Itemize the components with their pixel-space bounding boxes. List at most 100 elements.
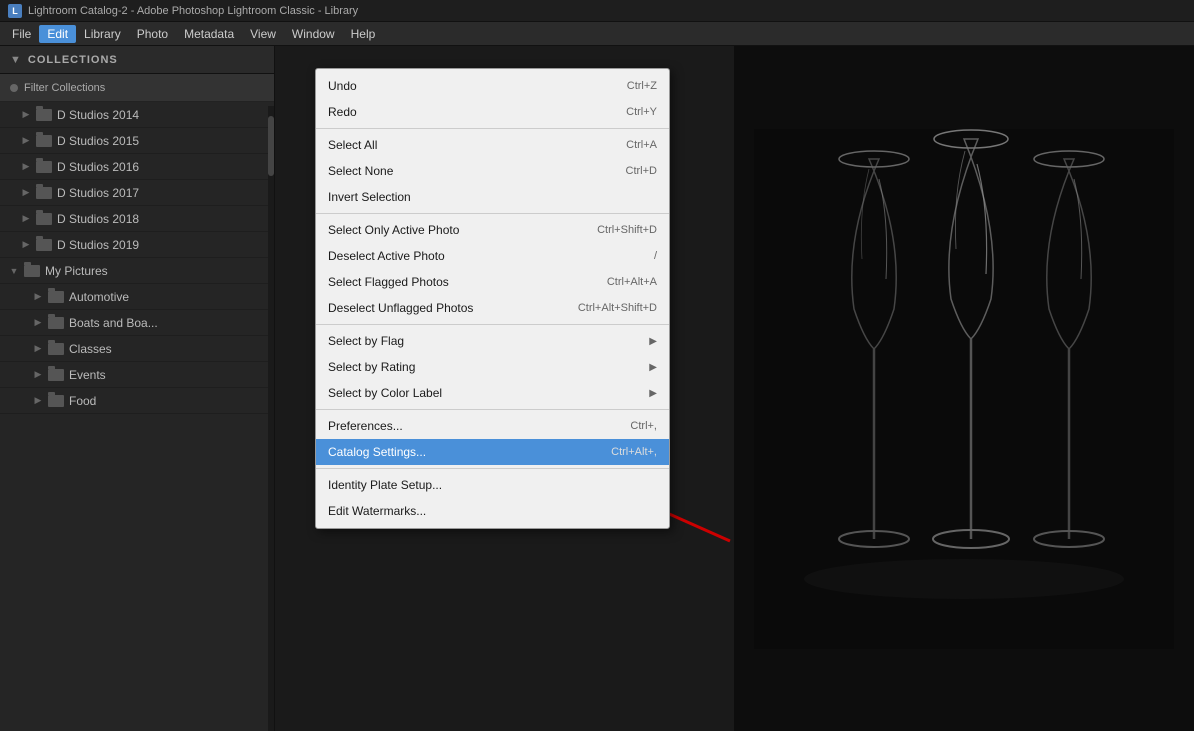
menu-select-all-shortcut: Ctrl+A <box>626 139 657 151</box>
folder-icon <box>48 343 64 355</box>
menu-preferences-shortcut: Ctrl+, <box>630 420 657 432</box>
folder-icon <box>48 317 64 329</box>
tree-expand-icon: ▶ <box>20 213 32 225</box>
menu-edit-watermarks-label: Edit Watermarks... <box>328 504 426 518</box>
collection-item-d-studios-2014[interactable]: ▶ D Studios 2014 <box>0 102 274 128</box>
collection-item-my-pictures[interactable]: ▼ My Pictures <box>0 258 274 284</box>
collection-item-food[interactable]: ▶ Food <box>0 388 274 414</box>
menu-library[interactable]: Library <box>76 25 129 43</box>
collection-item-d-studios-2016[interactable]: ▶ D Studios 2016 <box>0 154 274 180</box>
menu-identity-plate[interactable]: Identity Plate Setup... <box>316 472 669 498</box>
menu-deselect-active-shortcut: / <box>654 250 657 262</box>
menu-select-none-shortcut: Ctrl+D <box>626 165 657 177</box>
menu-preferences[interactable]: Preferences... Ctrl+, <box>316 413 669 439</box>
folder-icon <box>36 187 52 199</box>
collection-item-d-studios-2015[interactable]: ▶ D Studios 2015 <box>0 128 274 154</box>
menu-select-none[interactable]: Select None Ctrl+D <box>316 158 669 184</box>
menu-deselect-active-label: Deselect Active Photo <box>328 249 445 263</box>
folder-icon <box>48 369 64 381</box>
collection-label: Automotive <box>69 290 129 304</box>
menu-metadata[interactable]: Metadata <box>176 25 242 43</box>
menu-invert-selection[interactable]: Invert Selection <box>316 184 669 210</box>
menu-undo-shortcut: Ctrl+Z <box>627 80 657 92</box>
submenu-arrow-icon: ▶ <box>649 362 657 373</box>
menu-file[interactable]: File <box>4 25 39 43</box>
dropdown-menu: Undo Ctrl+Z Redo Ctrl+Y Select All Ctrl+… <box>315 68 670 529</box>
menu-redo[interactable]: Redo Ctrl+Y <box>316 99 669 125</box>
menu-select-flagged-label: Select Flagged Photos <box>328 275 449 289</box>
collections-panel: ▼ Collections Filter Collections ▶ D Stu… <box>0 46 274 414</box>
collection-label: D Studios 2018 <box>57 212 139 226</box>
menu-catalog-settings-label: Catalog Settings... <box>328 445 426 459</box>
submenu-arrow-icon: ▶ <box>649 336 657 347</box>
folder-icon <box>36 239 52 251</box>
separator-1 <box>316 128 669 129</box>
menu-undo[interactable]: Undo Ctrl+Z <box>316 73 669 99</box>
menu-select-flagged-shortcut: Ctrl+Alt+A <box>607 276 657 288</box>
menu-catalog-settings[interactable]: Catalog Settings... Ctrl+Alt+, <box>316 439 669 465</box>
menu-edit-watermarks[interactable]: Edit Watermarks... <box>316 498 669 524</box>
separator-2 <box>316 213 669 214</box>
menu-deselect-active[interactable]: Deselect Active Photo / <box>316 243 669 269</box>
menu-window[interactable]: Window <box>284 25 343 43</box>
photo-display <box>734 46 1194 731</box>
menu-edit[interactable]: Edit <box>39 25 76 43</box>
scroll-thumb[interactable] <box>268 116 274 176</box>
collection-item-events[interactable]: ▶ Events <box>0 362 274 388</box>
collection-label: My Pictures <box>45 264 108 278</box>
menu-select-flagged[interactable]: Select Flagged Photos Ctrl+Alt+A <box>316 269 669 295</box>
menu-select-by-rating-label: Select by Rating <box>328 360 415 374</box>
menu-select-by-color-label: Select by Color Label <box>328 386 442 400</box>
filter-dot-icon <box>10 84 18 92</box>
menu-select-none-label: Select None <box>328 164 393 178</box>
collections-title: Collections <box>28 54 118 66</box>
tree-expand-icon: ▶ <box>20 161 32 173</box>
collection-item-d-studios-2017[interactable]: ▶ D Studios 2017 <box>0 180 274 206</box>
folder-icon <box>36 135 52 147</box>
collection-label: Food <box>69 394 96 408</box>
tree-expand-icon: ▶ <box>32 395 44 407</box>
collection-label: D Studios 2017 <box>57 186 139 200</box>
menu-select-active-shortcut: Ctrl+Shift+D <box>597 224 657 236</box>
menu-select-all[interactable]: Select All Ctrl+A <box>316 132 669 158</box>
collection-item-automotive[interactable]: ▶ Automotive <box>0 284 274 310</box>
collection-item-classes[interactable]: ▶ Classes <box>0 336 274 362</box>
tree-expand-icon: ▶ <box>32 369 44 381</box>
menu-bar: File Edit Library Photo Metadata View Wi… <box>0 22 1194 46</box>
content-area: G_7326.psd x 5206 <box>275 46 1194 731</box>
menu-undo-label: Undo <box>328 79 357 93</box>
filter-collections-label: Filter Collections <box>24 82 105 94</box>
filter-collections-bar[interactable]: Filter Collections <box>0 74 274 102</box>
menu-help[interactable]: Help <box>343 25 384 43</box>
menu-select-active-label: Select Only Active Photo <box>328 223 459 237</box>
collection-label: Classes <box>69 342 112 356</box>
menu-view[interactable]: View <box>242 25 284 43</box>
menu-deselect-unflagged[interactable]: Deselect Unflagged Photos Ctrl+Alt+Shift… <box>316 295 669 321</box>
menu-select-by-flag[interactable]: Select by Flag ▶ <box>316 328 669 354</box>
tree-collapse-icon: ▼ <box>8 265 20 277</box>
tree-expand-icon: ▶ <box>20 109 32 121</box>
separator-3 <box>316 324 669 325</box>
collection-item-d-studios-2019[interactable]: ▶ D Studios 2019 <box>0 232 274 258</box>
folder-icon <box>36 161 52 173</box>
menu-select-by-flag-label: Select by Flag <box>328 334 404 348</box>
collection-item-boats[interactable]: ▶ Boats and Boa... <box>0 310 274 336</box>
menu-deselect-unflagged-label: Deselect Unflagged Photos <box>328 301 473 315</box>
tree-expand-icon: ▶ <box>32 343 44 355</box>
separator-5 <box>316 468 669 469</box>
collection-label: D Studios 2016 <box>57 160 139 174</box>
collections-panel-header[interactable]: ▼ Collections <box>0 46 274 74</box>
menu-photo[interactable]: Photo <box>129 25 176 43</box>
menu-select-active[interactable]: Select Only Active Photo Ctrl+Shift+D <box>316 217 669 243</box>
menu-redo-shortcut: Ctrl+Y <box>626 106 657 118</box>
menu-select-by-color[interactable]: Select by Color Label ▶ <box>316 380 669 406</box>
collection-item-d-studios-2018[interactable]: ▶ D Studios 2018 <box>0 206 274 232</box>
menu-catalog-settings-shortcut: Ctrl+Alt+, <box>611 446 657 458</box>
menu-redo-label: Redo <box>328 105 357 119</box>
menu-select-all-label: Select All <box>328 138 377 152</box>
left-sidebar: ▼ Collections Filter Collections ▶ D Stu… <box>0 46 275 731</box>
menu-select-by-rating[interactable]: Select by Rating ▶ <box>316 354 669 380</box>
scroll-bar[interactable] <box>268 106 274 731</box>
tree-expand-icon: ▶ <box>20 135 32 147</box>
panel-collapse-icon: ▼ <box>10 54 22 66</box>
